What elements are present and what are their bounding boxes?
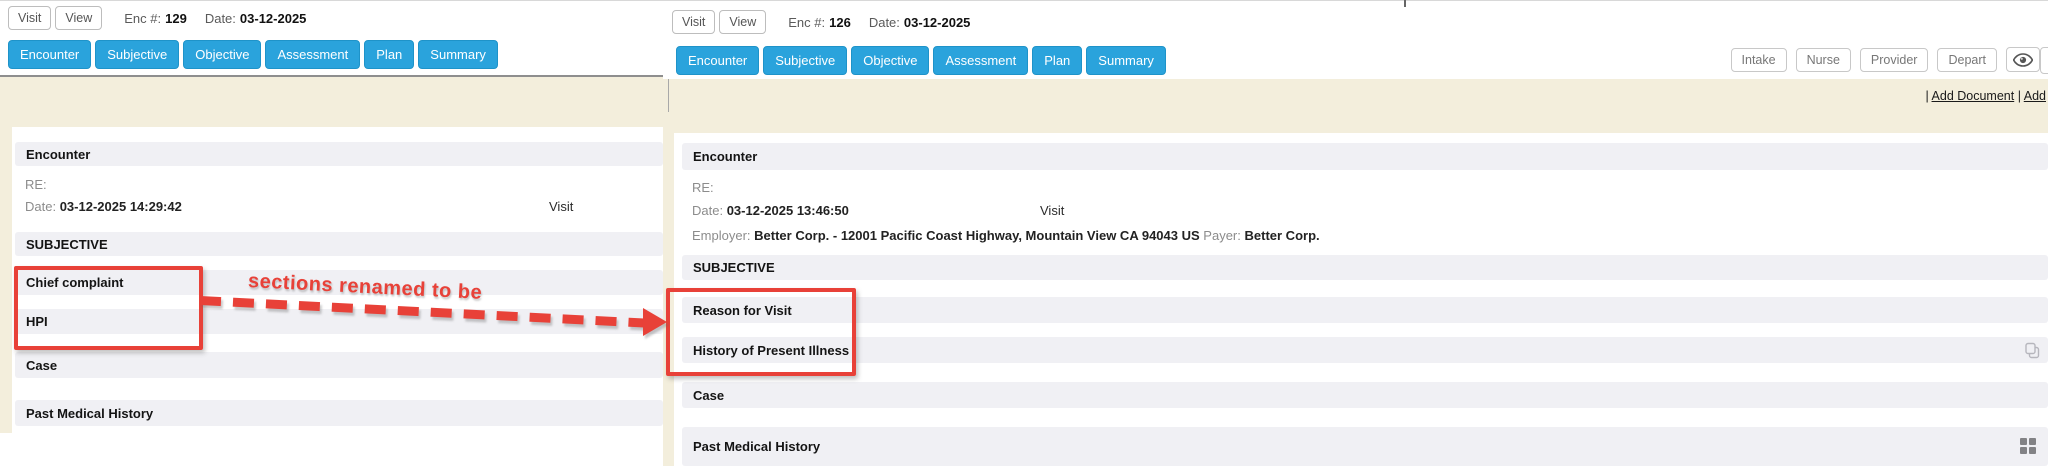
add-link[interactable]: Add [2024, 89, 2046, 103]
annotation-box-new-sections [666, 288, 856, 376]
cursor-artifact [1404, 0, 1406, 7]
right-encounter-toolbar: Visit View Enc #:126 Date:03-12-2025 [663, 0, 2048, 44]
section-case[interactable]: Case [15, 352, 663, 378]
left-screenshot: Visit View Enc #:129 Date:03-12-2025 Enc… [0, 0, 663, 466]
enc-date: Date:03-12-2025 [205, 11, 307, 26]
panel-edge-line [668, 79, 669, 112]
tab-assessment[interactable]: Assessment [265, 40, 360, 69]
tab-encounter[interactable]: Encounter [676, 46, 759, 75]
tab-subjective[interactable]: Subjective [95, 40, 179, 69]
left-encounter-toolbar: Visit View Enc #:129 Date:03-12-2025 [0, 0, 663, 36]
encounter-header-bar: Encounter [682, 143, 2048, 170]
tab-assessment[interactable]: Assessment [933, 46, 1028, 75]
view-button[interactable]: View [719, 10, 766, 34]
section-case[interactable]: Case [682, 382, 2048, 408]
left-soap-tab-bar: Encounter Subjective Objective Assessmen… [0, 34, 663, 77]
visit-button[interactable]: Visit [8, 6, 51, 30]
document-links: | Add Document | Add [1925, 89, 2046, 103]
tab-plan[interactable]: Plan [1032, 46, 1082, 75]
view-button[interactable]: View [55, 6, 102, 30]
right-screenshot: Visit View Enc #:126 Date:03-12-2025 Enc… [663, 0, 2048, 466]
nurse-button[interactable]: Nurse [1796, 48, 1851, 72]
section-history-of-present-illness[interactable]: History of Present Illness [682, 337, 2048, 363]
intake-button[interactable]: Intake [1731, 48, 1787, 72]
provider-button[interactable]: Provider [1860, 48, 1929, 72]
section-reason-for-visit[interactable]: Reason for Visit [682, 297, 2048, 323]
grid-handle-icon[interactable] [2020, 438, 2036, 454]
enc-number: Enc #:126 [788, 15, 851, 30]
tab-summary[interactable]: Summary [418, 40, 498, 69]
enc-number: Enc #:129 [124, 11, 187, 26]
right-soap-tab-bar: Encounter Subjective Objective Assessmen… [663, 42, 2048, 81]
visit-type-label: Visit [549, 199, 573, 214]
stage-button-group: Intake Nurse Provider Depart [1731, 47, 2040, 72]
link-separator: | [1925, 89, 1928, 103]
tab-encounter[interactable]: Encounter [8, 40, 91, 69]
encounter-header-bar: Encounter [15, 142, 663, 166]
visit-type-label: Visit [1040, 203, 1064, 218]
re-label: RE: [692, 180, 714, 195]
subjective-header-bar: SUBJECTIVE [15, 232, 663, 256]
clipped-button-edge[interactable] [2040, 47, 2048, 74]
tab-summary[interactable]: Summary [1086, 46, 1166, 75]
depart-button[interactable]: Depart [1937, 48, 1997, 72]
encounter-date-line: Date: 03-12-2025 14:29:42 [25, 199, 182, 214]
add-document-link[interactable]: Add Document [1932, 89, 2015, 103]
annotation-arrowhead [643, 308, 667, 336]
link-separator: | [2018, 89, 2021, 103]
visit-button[interactable]: Visit [672, 10, 715, 34]
subjective-header-bar: SUBJECTIVE [682, 255, 2048, 280]
left-page-margin [0, 77, 12, 433]
employer-payer-line: Employer: Better Corp. - 12001 Pacific C… [692, 228, 1320, 243]
enc-date: Date:03-12-2025 [869, 15, 971, 30]
section-past-medical-history[interactable]: Past Medical History [15, 400, 663, 426]
annotation-box-old-sections [14, 266, 203, 350]
left-page-background [0, 77, 663, 127]
right-encounter-panel: Encounter RE: Date: 03-12-2025 13:46:50 … [674, 133, 2048, 466]
re-label: RE: [25, 177, 47, 192]
encounter-date-line: Date: 03-12-2025 13:46:50 [692, 203, 849, 218]
tab-objective[interactable]: Objective [851, 46, 929, 75]
tab-subjective[interactable]: Subjective [763, 46, 847, 75]
tab-objective[interactable]: Objective [183, 40, 261, 69]
copy-icon[interactable] [2024, 342, 2041, 364]
visibility-toggle-button[interactable] [2006, 47, 2040, 72]
section-past-medical-history[interactable]: Past Medical History [682, 427, 2048, 466]
eye-icon [2013, 53, 2033, 67]
side-by-side-comparison: Visit View Enc #:129 Date:03-12-2025 Enc… [0, 0, 2048, 466]
tab-plan[interactable]: Plan [364, 40, 414, 69]
